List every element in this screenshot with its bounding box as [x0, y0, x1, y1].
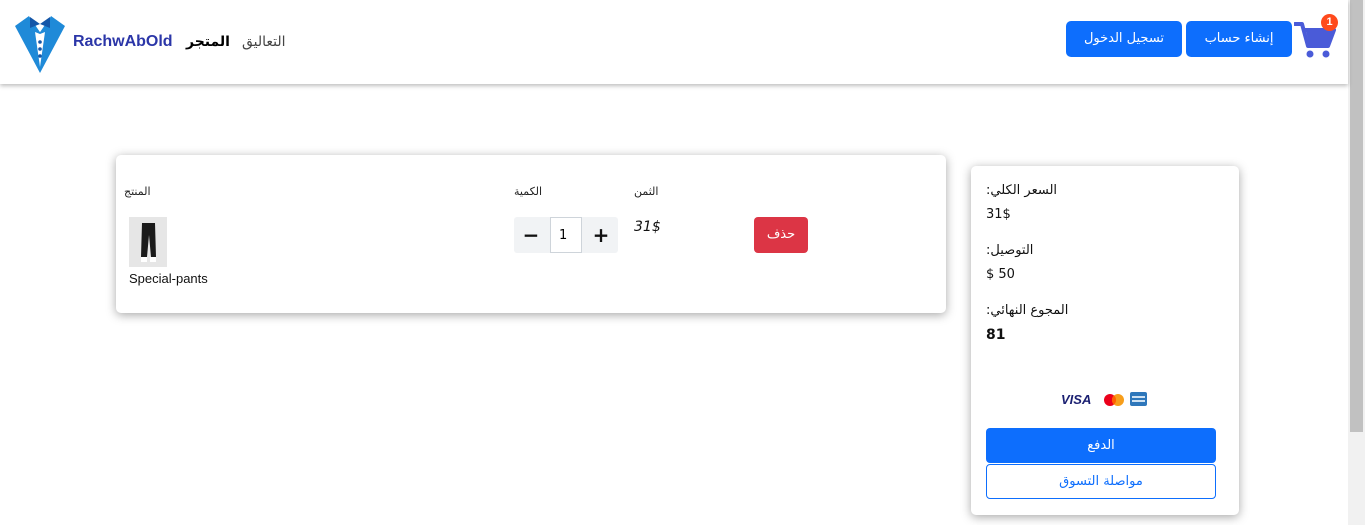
pay-button[interactable]: الدفع [986, 428, 1216, 463]
header-product: المنتج [124, 185, 151, 198]
cart-table-card: المنتج الكمية الثمن Special-pants − + 31… [116, 155, 946, 313]
navbar: 1 إنشاء حساب تسجيل الدخول التعاليق المتج… [0, 0, 1348, 84]
header-price: الثمن [634, 185, 659, 198]
login-button[interactable]: تسجيل الدخول [1066, 21, 1182, 57]
cart-button[interactable]: 1 [1294, 14, 1340, 62]
amex-icon [1130, 392, 1147, 406]
header-quantity: الكمية [514, 185, 543, 198]
quantity-stepper: − + [514, 217, 618, 253]
visa-logo: VISA [1061, 392, 1092, 407]
brand-name[interactable]: RachwAbOld [73, 32, 173, 52]
payment-logos: VISA [1061, 390, 1151, 410]
quantity-input[interactable] [550, 217, 582, 253]
register-button[interactable]: إنشاء حساب [1186, 21, 1292, 57]
cart-count-badge: 1 [1321, 14, 1338, 31]
subtotal-value: 31$ [986, 207, 1011, 222]
quantity-increase-button[interactable]: + [584, 217, 618, 253]
shipping-label: :التوصيل [986, 243, 1034, 258]
product-image [129, 217, 167, 267]
order-summary-card: :السعر الكلي 31$ :التوصيل $ 50 :المجوع ا… [971, 166, 1239, 515]
tuxedo-logo-icon[interactable] [13, 12, 67, 74]
quantity-decrease-button[interactable]: − [514, 217, 548, 253]
pants-image-icon [129, 217, 167, 267]
page: 1 إنشاء حساب تسجيل الدخول التعاليق المتج… [0, 0, 1365, 525]
product-name[interactable]: Special-pants [129, 271, 208, 287]
total-value: 81 [986, 327, 1006, 343]
continue-shopping-button[interactable]: مواصلة التسوق [986, 464, 1216, 499]
scrollbar-thumb[interactable] [1350, 0, 1363, 432]
shipping-value: $ 50 [986, 267, 1015, 282]
page-scrollbar[interactable] [1348, 0, 1365, 525]
nav-link-comments[interactable]: التعاليق [242, 32, 286, 52]
nav-link-store[interactable]: المتجر [186, 32, 230, 52]
mastercard-icon [1104, 394, 1124, 406]
subtotal-label: :السعر الكلي [986, 183, 1058, 198]
delete-item-button[interactable]: حذف [754, 217, 808, 253]
product-price: 31$ [634, 219, 661, 235]
total-label: :المجوع النهائي [986, 303, 1069, 318]
